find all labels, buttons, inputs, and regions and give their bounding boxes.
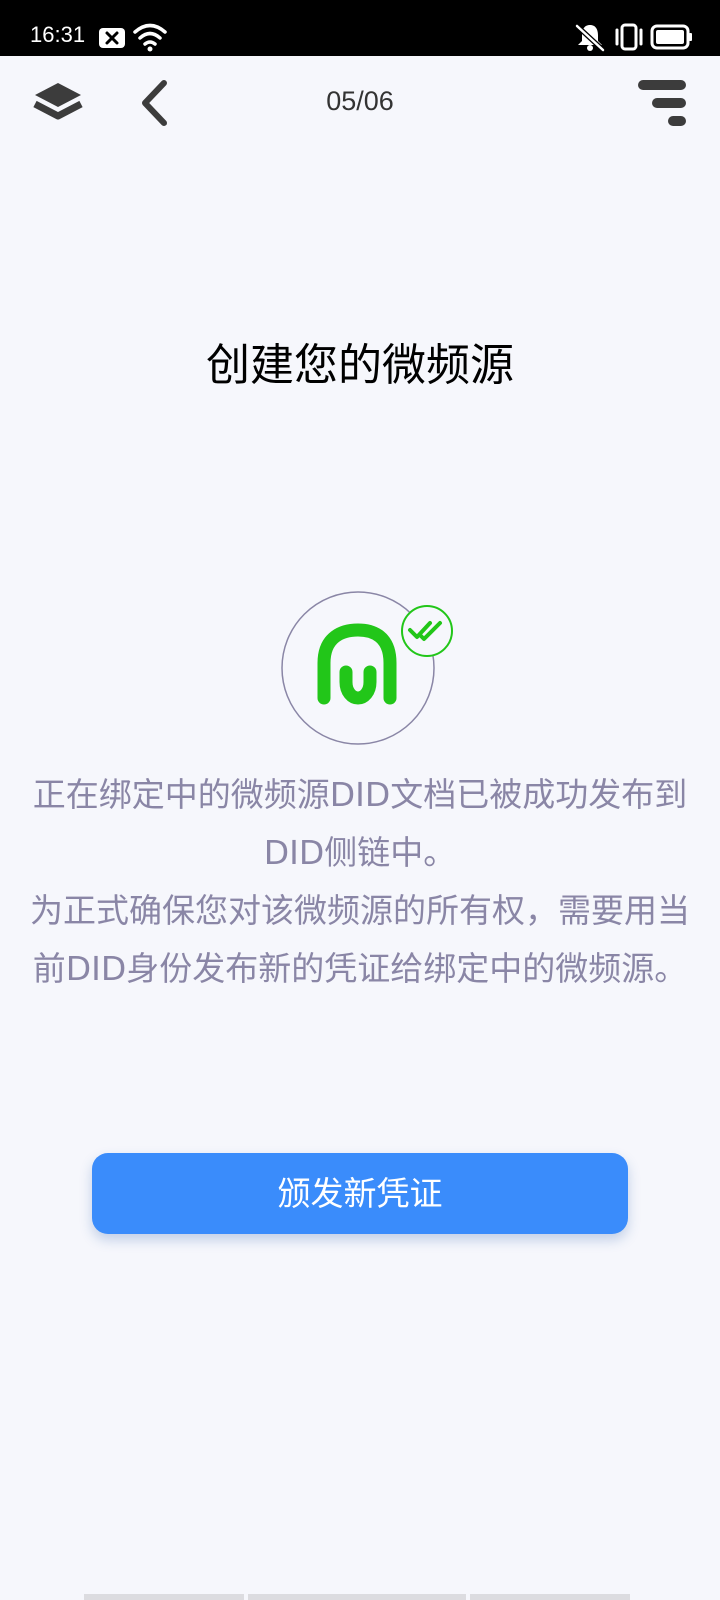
description-line: 正在绑定中的微频源DID文档已被成功发布到 [32,775,688,814]
battery-icon [650,24,692,50]
nav-bar: 05/06 [0,56,720,154]
status-time: 16:31 [30,22,86,47]
description-line: 为正式确保您对该微频源的所有权，需要用当 [30,891,690,930]
bottom-gesture-bar [84,1594,636,1600]
mute-icon [575,24,605,52]
description-line: 前DID身份发布新的凭证给绑定中的微频源。 [32,949,688,988]
feeds-logo-icon [281,591,453,745]
feed-logo [280,588,456,748]
description: 正在绑定中的微频源DID文档已被成功发布到 DID侧链中。 为正式确保您对该微频… [0,766,720,998]
notification-x-icon [99,28,125,48]
double-check-icon [401,605,453,657]
menu-icon[interactable] [636,76,688,130]
issue-credential-button[interactable]: 颁发新凭证 [92,1153,628,1234]
gesture-segment [470,1594,630,1600]
gesture-segment [84,1594,244,1600]
description-line: DID侧链中。 [263,833,457,872]
wifi-icon [133,23,167,52]
vibrate-icon [615,23,643,51]
page-counter: 05/06 [326,86,394,116]
back-chevron-icon[interactable] [136,78,172,128]
status-bar: 16:31 [0,0,720,56]
layers-icon[interactable] [32,80,84,126]
page-title: 创建您的微频源 [206,340,514,391]
gesture-segment [248,1594,466,1600]
